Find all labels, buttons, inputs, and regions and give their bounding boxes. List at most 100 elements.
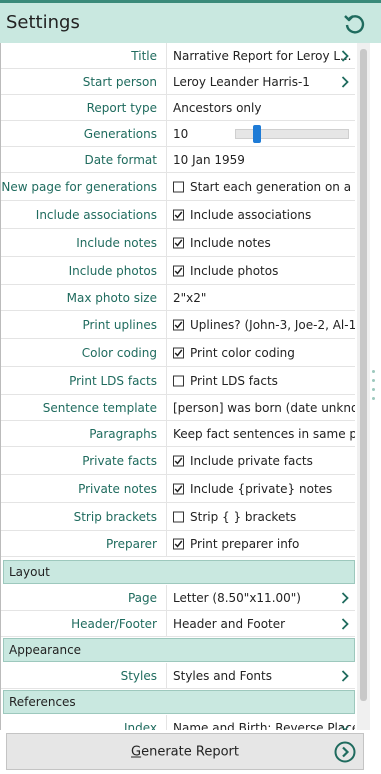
row-label: Strip brackets <box>73 509 157 524</box>
row-value[interactable]: Print LDS facts <box>166 367 355 394</box>
checkbox[interactable] <box>173 511 184 522</box>
value-text: Leroy Leander Harris-1 <box>173 74 310 89</box>
footer: Generate Report <box>0 730 381 774</box>
row-generations[interactable]: Generations 10 <box>1 121 355 147</box>
row-value[interactable]: Print color coding <box>166 339 355 366</box>
refresh-icon[interactable] <box>343 12 367 36</box>
row-include-photos[interactable]: Include photos Include photos <box>1 257 355 285</box>
row-styles[interactable]: Styles Styles and Fonts <box>1 663 355 689</box>
checkbox[interactable] <box>173 483 184 494</box>
row-preparer[interactable]: Preparer Print preparer info <box>1 531 355 557</box>
section-header-appearance[interactable]: Appearance <box>3 638 355 662</box>
checkbox-label: Print preparer info <box>190 536 300 551</box>
row-max-photo-size: Max photo size 2"x2" <box>1 285 355 311</box>
row-label: Print uplines <box>82 317 157 332</box>
row-value[interactable]: Include associations <box>166 201 355 228</box>
section-header-references[interactable]: References <box>3 690 355 714</box>
row-label: Include photos <box>68 263 157 278</box>
row-value[interactable]: Include {private} notes <box>166 475 355 502</box>
row-label: Styles <box>120 668 157 683</box>
row-label: Report type <box>86 100 157 115</box>
row-label: Include notes <box>76 235 157 250</box>
row-color-coding[interactable]: Color coding Print color coding <box>1 339 355 367</box>
generate-report-button[interactable]: Generate Report <box>6 733 364 770</box>
checkbox[interactable] <box>173 209 184 220</box>
settings-list[interactable]: Title Narrative Report for Leroy L... Star… <box>0 43 357 730</box>
checkmark-icon <box>174 485 183 493</box>
scrollbar-thumb[interactable] <box>360 49 367 701</box>
row-value[interactable]: Ancestors only <box>166 95 355 120</box>
row-label: Max photo size <box>66 290 157 305</box>
row-value[interactable]: Strip { } brackets <box>166 503 355 530</box>
row-print-lds-facts[interactable]: Print LDS facts Print LDS facts <box>1 367 355 395</box>
checkmark-icon <box>174 349 183 357</box>
row-value[interactable]: Print preparer info <box>166 531 355 556</box>
checkbox[interactable] <box>173 181 184 192</box>
vertical-scrollbar[interactable] <box>357 43 370 730</box>
row-value[interactable]: 10 <box>166 121 355 146</box>
checkbox-label: Strip { } brackets <box>190 509 297 524</box>
row-value[interactable]: Styles and Fonts <box>166 663 355 688</box>
resize-grip[interactable] <box>372 370 376 410</box>
slider-thumb[interactable] <box>252 124 261 143</box>
row-value[interactable]: Narrative Report for Leroy L... <box>166 43 355 68</box>
row-print-uplines[interactable]: Print uplines Uplines? (John-3, Joe-2, Al… <box>1 311 355 339</box>
checkmark-icon <box>174 457 183 465</box>
checkbox[interactable] <box>173 455 184 466</box>
row-label: Header/Footer <box>71 616 157 631</box>
row-value[interactable]: Header and Footer <box>166 611 355 636</box>
checkbox[interactable] <box>173 347 184 358</box>
value-text: [person] was born (date unknown) <box>173 400 355 415</box>
chevron-right-icon <box>341 591 349 604</box>
row-label: Color coding <box>81 345 157 360</box>
row-value[interactable]: Include private facts <box>166 447 355 474</box>
checkmark-icon <box>174 211 183 219</box>
row-include-associations[interactable]: Include associations Include associations <box>1 201 355 229</box>
chevron-right-icon <box>341 49 349 62</box>
value-text: Styles and Fonts <box>173 668 272 683</box>
row-value[interactable]: [person] was born (date unknown) <box>166 395 355 420</box>
row-value[interactable]: Uplines? (John-3, Joe-2, Al-1) <box>166 311 355 338</box>
value-text: Header and Footer <box>173 616 286 631</box>
row-value[interactable]: Leroy Leander Harris-1 <box>166 69 355 94</box>
row-strip-brackets[interactable]: Strip brackets Strip { } brackets <box>1 503 355 531</box>
checkbox[interactable] <box>173 237 184 248</box>
row-value[interactable]: Letter (8.50"x11.00") <box>166 585 355 610</box>
row-new-page-for-generations[interactable]: New page for generations Start each gener… <box>1 173 355 201</box>
row-title[interactable]: Title Narrative Report for Leroy L... <box>1 43 355 69</box>
row-header-footer[interactable]: Header/Footer Header and Footer <box>1 611 355 637</box>
checkmark-icon <box>174 239 183 247</box>
row-value[interactable]: 2"x2" <box>166 285 355 310</box>
generations-slider[interactable] <box>235 124 349 143</box>
page-title: Settings <box>6 12 80 33</box>
row-value[interactable]: Keep fact sentences in same p <box>166 421 355 446</box>
row-label: Title <box>131 48 157 63</box>
checkbox-label: Include {private} notes <box>190 481 333 496</box>
chevron-down-icon <box>341 725 349 730</box>
section-header-layout[interactable]: Layout <box>3 560 355 584</box>
row-private-facts[interactable]: Private facts Include private facts <box>1 447 355 475</box>
row-date-format: Date format 10 Jan 1959 <box>1 147 355 173</box>
row-value[interactable]: Name and Birth; Reverse Place <box>166 715 355 730</box>
checkbox-label: Include notes <box>190 235 271 250</box>
checkbox[interactable] <box>173 319 184 330</box>
value-text: Letter (8.50"x11.00") <box>173 590 301 605</box>
row-value[interactable]: Include notes <box>166 229 355 256</box>
row-label: Private notes <box>78 481 157 496</box>
value-text: 10 <box>173 126 189 141</box>
row-private-notes[interactable]: Private notes Include {private} notes <box>1 475 355 503</box>
row-include-notes[interactable]: Include notes Include notes <box>1 229 355 257</box>
row-value[interactable]: 10 Jan 1959 <box>166 147 355 172</box>
row-value[interactable]: Include photos <box>166 257 355 284</box>
checkbox-label: Include photos <box>190 263 279 278</box>
row-page[interactable]: Page Letter (8.50"x11.00") <box>1 585 355 611</box>
checkbox[interactable] <box>173 265 184 276</box>
row-value[interactable]: Start each generation on a new <box>166 173 355 200</box>
row-sentence-template: Sentence template [person] was born (date… <box>1 395 355 421</box>
row-start-person[interactable]: Start person Leroy Leander Harris-1 <box>1 69 355 95</box>
row-index[interactable]: Index Name and Birth; Reverse Place <box>1 715 355 730</box>
checkbox[interactable] <box>173 375 184 386</box>
value-text: Ancestors only <box>173 100 262 115</box>
checkbox[interactable] <box>173 538 184 549</box>
chevron-right-icon <box>341 669 349 682</box>
